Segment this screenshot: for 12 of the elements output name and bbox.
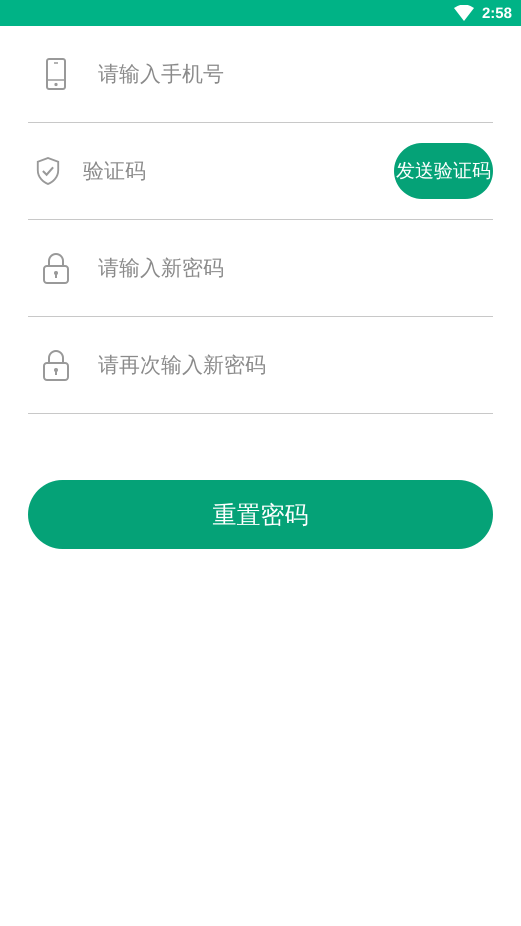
lock-icon <box>42 349 70 381</box>
send-code-button[interactable]: 发送验证码 <box>394 143 493 199</box>
input-field[interactable]: 请再次输入新密码 <box>98 353 493 377</box>
input-field[interactable]: 请输入新密码 <box>98 256 493 280</box>
reset-password-button[interactable]: 重置密码 <box>28 480 493 549</box>
status-time: 2:58 <box>482 4 512 22</box>
phone-icon <box>45 58 67 90</box>
shield-check-icon <box>35 156 61 186</box>
wifi-icon <box>454 5 474 21</box>
input-field[interactable]: 请输入手机号 <box>98 62 493 86</box>
lock-icon <box>42 252 70 284</box>
input-field[interactable]: 验证码 <box>83 159 394 183</box>
